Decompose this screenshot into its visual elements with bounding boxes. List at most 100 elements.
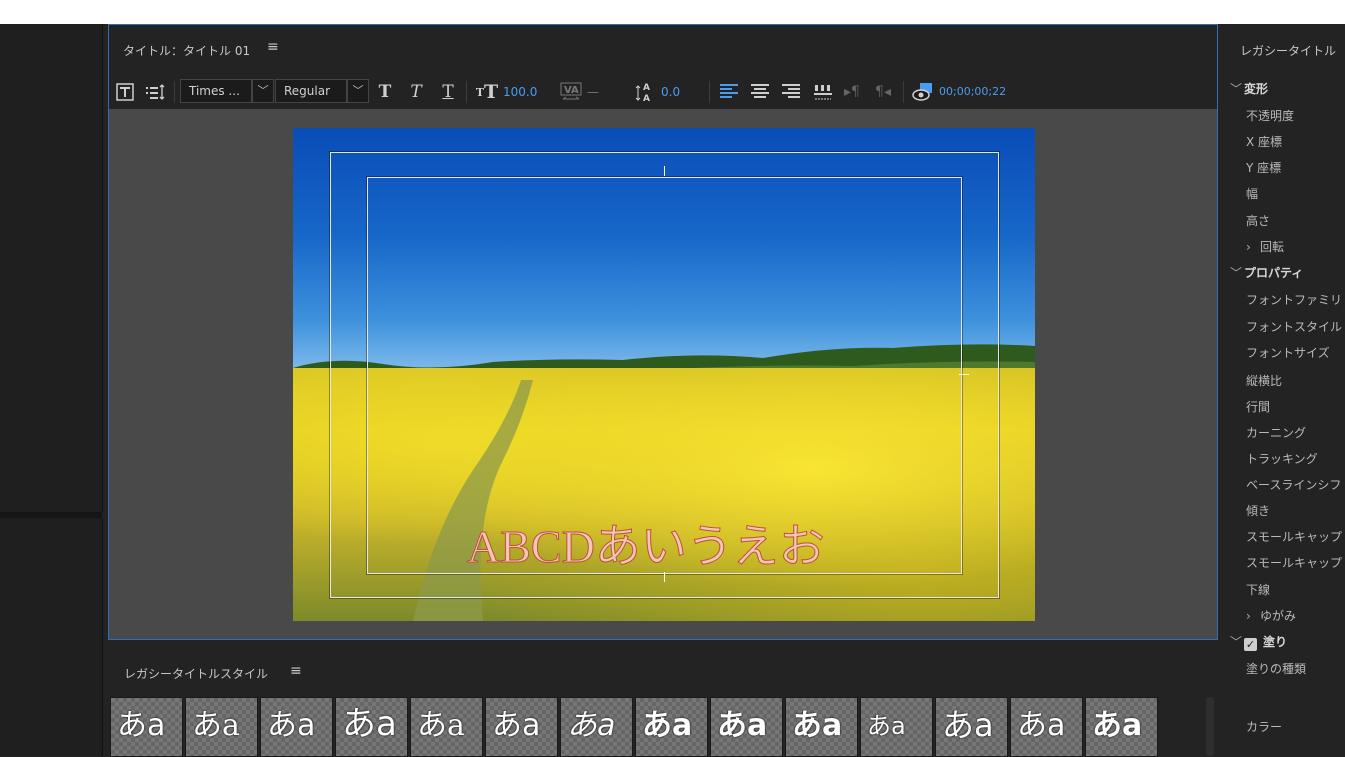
svg-text:A: A (643, 83, 650, 93)
style-swatch[interactable]: あa (710, 697, 783, 757)
swatch-label: あa (417, 708, 465, 743)
prop-x-position: X 座標 (1246, 135, 1283, 149)
style-swatch[interactable]: あa (860, 697, 933, 757)
style-swatch[interactable]: あa (185, 697, 258, 757)
tab-stops-icon[interactable] (812, 81, 834, 103)
show-background-video-icon[interactable] (911, 81, 935, 103)
swatch-label: あa (867, 712, 906, 740)
chevron-down-icon: ﹀ (1230, 266, 1243, 280)
prop-font-size: フォントサイズ (1246, 346, 1330, 360)
font-style-dropdown[interactable]: Regular (275, 79, 347, 103)
style-swatch[interactable]: あa (485, 697, 558, 757)
roll-crawl-icon[interactable] (143, 81, 167, 103)
swatch-label: あa (642, 708, 693, 743)
top-bar (0, 0, 1345, 24)
style-swatch[interactable]: あa (110, 697, 183, 757)
section-label: 塗り (1263, 635, 1288, 649)
prop-label: ゆがみ (1260, 609, 1297, 623)
baseline-value[interactable]: 0.0 (661, 85, 680, 99)
kerning-value[interactable]: — (587, 85, 599, 99)
font-size-value[interactable]: 100.0 (503, 85, 537, 99)
swatch-label: あa (342, 704, 397, 744)
swatch-label: あa (567, 708, 616, 743)
bold-icon[interactable]: T (375, 81, 395, 103)
swatch-label: あa (492, 708, 541, 743)
styles-scrollbar[interactable] (1206, 697, 1214, 756)
timecode[interactable]: 00;00;00;22 (939, 85, 1006, 98)
prop-distort[interactable]: › ゆがみ (1246, 607, 1296, 624)
font-family-dropdown[interactable]: Times ... (180, 79, 252, 103)
swatch-label: あa (1092, 708, 1143, 743)
title-toolbar: Times ... ﹀ Regular ﹀ T T T TT 100.0 VA … (109, 75, 1217, 109)
prop-rotate[interactable]: › 回転 (1246, 238, 1284, 255)
prop-slant: 傾き (1246, 504, 1271, 518)
prop-leading: 行間 (1246, 400, 1271, 414)
leading-icon: AA (634, 81, 658, 104)
style-swatch[interactable]: あa (935, 697, 1008, 757)
swatch-label: あa (1017, 708, 1066, 743)
prop-aspect: 縦横比 (1246, 374, 1283, 388)
title-text-object[interactable]: ABCDあいうえお (467, 510, 826, 576)
properties-panel-title: レガシータイトル (1240, 44, 1337, 58)
chevron-down-icon: ﹀ (1230, 82, 1243, 96)
swatch-label: あa (267, 708, 316, 743)
swatch-label: あa (792, 708, 843, 743)
legacy-title-properties-panel: レガシータイトル ﹀ 変形 不透明度 X 座標 Y 座標 幅 高さ › 回転 ﹀ プロ… (1225, 24, 1345, 756)
chevron-down-icon: ﹀ (1230, 635, 1243, 649)
align-left-icon[interactable] (720, 84, 738, 100)
prop-y-position: Y 座標 (1246, 161, 1282, 175)
tab-left-icon: ▸¶ (844, 84, 860, 100)
section-label: プロパティ (1244, 266, 1304, 280)
kerning-icon: VA (559, 81, 585, 103)
style-swatch[interactable]: あa (560, 697, 633, 757)
prop-font-family: フォントファミリ (1246, 293, 1343, 307)
prop-baseline-shift: ベースラインシフ (1246, 478, 1342, 492)
style-swatch[interactable]: あa (335, 697, 408, 757)
left-panel-bottom (0, 518, 103, 756)
prop-underline: 下線 (1246, 583, 1271, 597)
panel-menu-icon[interactable]: ≡ (290, 663, 302, 679)
section-fill[interactable]: ﹀ ✓ 塗り (1230, 633, 1287, 651)
prop-small-caps-size: スモールキャップ (1246, 556, 1343, 570)
style-swatch[interactable]: あa (260, 697, 333, 757)
prop-fill-type: 塗りの種類 (1246, 662, 1307, 676)
chevron-down-icon[interactable]: ﹀ (347, 79, 369, 103)
style-swatch-row: あa あa あa あa あa あa あa あa あa あa あa あa あa あ… (110, 697, 1170, 757)
guide-tick (959, 374, 969, 375)
style-swatch[interactable]: あa (410, 697, 483, 757)
section-transform[interactable]: ﹀ 変形 (1230, 80, 1268, 97)
left-panel-top (0, 24, 103, 512)
title-type-icon[interactable] (115, 81, 135, 103)
font-size-icon: TT (475, 81, 499, 103)
title-designer-panel: タイトル：タイトル 01 ≡ Times ... ﹀ Regular ﹀ T T… (108, 24, 1218, 640)
panel-title: タイトル：タイトル 01 (123, 44, 251, 58)
style-swatch[interactable]: あa (785, 697, 858, 757)
align-right-icon[interactable] (782, 84, 800, 100)
prop-color: カラー (1246, 720, 1283, 734)
style-swatch[interactable]: あa (1010, 697, 1083, 757)
prop-tracking: トラッキング (1246, 452, 1318, 466)
swatch-label: あa (942, 706, 994, 744)
panel-header: タイトル：タイトル 01 ≡ (109, 25, 1217, 75)
chevron-down-icon[interactable]: ﹀ (252, 79, 274, 103)
styles-panel-title: レガシータイトルスタイル (124, 667, 269, 681)
fill-checkbox[interactable]: ✓ (1244, 638, 1257, 651)
prop-label: 回転 (1260, 240, 1285, 254)
background-video-frame: ABCDあいうえお (293, 128, 1035, 621)
prop-width: 幅 (1246, 187, 1259, 201)
title-canvas-area[interactable]: ABCDあいうえお (109, 109, 1217, 639)
guide-tick (664, 166, 665, 176)
align-center-icon[interactable] (751, 84, 769, 100)
prop-opacity: 不透明度 (1246, 109, 1295, 123)
legacy-title-styles-panel: レガシータイトルスタイル ≡ あa あa あa あa あa あa あa あa あ… (108, 645, 1218, 757)
underline-icon[interactable]: T (438, 81, 458, 103)
panel-menu-icon[interactable]: ≡ (267, 39, 279, 55)
svg-text:A: A (643, 94, 650, 104)
prop-font-style: フォントスタイル (1246, 320, 1343, 334)
swatch-label: あa (192, 708, 240, 743)
style-swatch[interactable]: あa (635, 697, 708, 757)
section-properties[interactable]: ﹀ プロパティ (1230, 264, 1303, 281)
style-swatch[interactable]: あa (1085, 697, 1158, 757)
italic-icon[interactable]: T (406, 81, 426, 103)
chevron-right-icon: › (1246, 609, 1251, 623)
